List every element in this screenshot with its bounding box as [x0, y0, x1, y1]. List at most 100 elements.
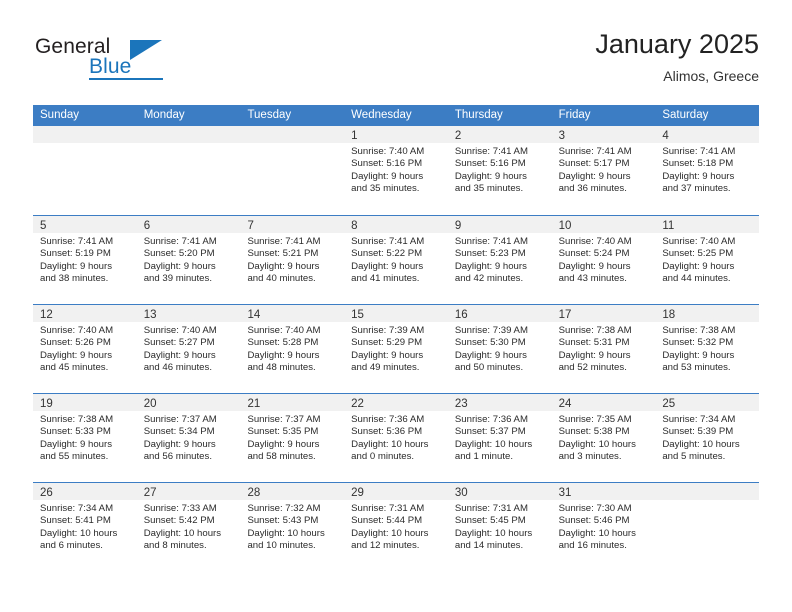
day-sun-info: Sunrise: 7:31 AM Sunset: 5:44 PM Daylight:…	[344, 500, 448, 552]
day-number-band: 29	[344, 483, 448, 500]
calendar-day-cell-17[interactable]: 17 Sunrise: 7:38 AM Sunset: 5:31 PM Dayligh…	[551, 305, 656, 393]
day-number-band: 9	[447, 216, 552, 233]
day-sun-info: Sunrise: 7:36 AM Sunset: 5:36 PM Daylight:…	[344, 411, 448, 463]
day-number: 23	[454, 398, 468, 410]
day-info-line: Daylight: 10 hours	[351, 438, 429, 450]
calendar-day-cell-5[interactable]: 5 Sunrise: 7:41 AM Sunset: 5:19 PM Daylight…	[33, 216, 137, 304]
calendar-day-cell-24[interactable]: 24 Sunrise: 7:35 AM Sunset: 5:38 PM Dayligh…	[551, 394, 656, 482]
day-number: 3	[558, 130, 565, 142]
day-sun-info: Sunrise: 7:41 AM Sunset: 5:17 PM Daylight:…	[552, 143, 656, 195]
day-info-line: and 40 minutes.	[247, 272, 316, 284]
calendar-day-cell-9[interactable]: 9 Sunrise: 7:41 AM Sunset: 5:23 PM Daylight…	[447, 216, 552, 304]
calendar-day-cell-19[interactable]: 19 Sunrise: 7:38 AM Sunset: 5:33 PM Dayligh…	[33, 394, 137, 482]
day-number: 17	[558, 309, 572, 321]
day-info-line: and 0 minutes.	[351, 450, 415, 462]
day-info-line: Daylight: 9 hours	[143, 260, 216, 272]
day-number: 27	[143, 487, 157, 499]
day-info-line: and 44 minutes.	[662, 272, 731, 284]
day-number-band: 18	[655, 305, 760, 322]
weekday-header-row: Sunday Monday Tuesday Wednesday Thursday Frid…	[33, 105, 759, 126]
calendar-week-row: 19 Sunrise: 7:38 AM Sunset: 5:33 PM Dayligh…	[33, 393, 760, 482]
calendar-day-cell-10[interactable]: 10 Sunrise: 7:40 AM Sunset: 5:24 PM Dayligh…	[551, 216, 656, 304]
calendar-day-cell-18[interactable]: 18 Sunrise: 7:38 AM Sunset: 5:32 PM Dayligh…	[655, 305, 760, 393]
day-info-line: Daylight: 9 hours	[40, 349, 112, 361]
calendar-day-cell-23[interactable]: 23 Sunrise: 7:36 AM Sunset: 5:37 PM Dayligh…	[447, 394, 552, 482]
day-info-line: Daylight: 10 hours	[454, 438, 533, 450]
day-number: 2	[454, 130, 462, 142]
day-sun-info: Sunrise: 7:37 AM Sunset: 5:35 PM Daylight:…	[240, 411, 344, 463]
day-info-line: Sunrise: 7:36 AM	[454, 414, 528, 425]
calendar-day-cell-1[interactable]: 1 Sunrise: 7:40 AM Sunset: 5:16 PM Daylight…	[344, 126, 448, 215]
day-info-line: Sunrise: 7:40 AM	[662, 236, 736, 247]
day-sun-info: Sunrise: 7:32 AM Sunset: 5:43 PM Daylight:…	[240, 500, 344, 552]
calendar-day-cell-29[interactable]: 29 Sunrise: 7:31 AM Sunset: 5:44 PM Dayligh…	[344, 483, 448, 571]
day-info-line: Sunset: 5:33 PM	[40, 426, 111, 438]
day-info-line: Daylight: 9 hours	[558, 260, 631, 272]
calendar-day-cell-21[interactable]: 21 Sunrise: 7:37 AM Sunset: 5:35 PM Dayligh…	[240, 394, 345, 482]
calendar-day-cell-28[interactable]: 28 Sunrise: 7:32 AM Sunset: 5:43 PM Dayligh…	[240, 483, 345, 571]
day-number-band: 4	[655, 126, 760, 143]
calendar-day-cell-14[interactable]: 14 Sunrise: 7:40 AM Sunset: 5:28 PM Dayligh…	[240, 305, 345, 393]
day-info-line: Sunset: 5:24 PM	[558, 248, 630, 260]
day-number: 8	[351, 220, 358, 232]
calendar-day-cell-12[interactable]: 12 Sunrise: 7:40 AM Sunset: 5:26 PM Dayligh…	[33, 305, 137, 393]
day-sun-info: Sunrise: 7:40 AM Sunset: 5:25 PM Daylight:…	[655, 233, 759, 285]
calendar-day-cell-7[interactable]: 7 Sunrise: 7:41 AM Sunset: 5:21 PM Daylight…	[240, 216, 345, 304]
day-info-line: Sunset: 5:34 PM	[143, 426, 215, 438]
day-info-line: Sunset: 5:41 PM	[40, 515, 111, 527]
day-number-band	[33, 126, 137, 143]
day-number: 12	[40, 309, 53, 321]
day-info-line: Sunrise: 7:32 AM	[247, 503, 321, 514]
day-number: 28	[247, 487, 261, 499]
day-number-band: 3	[551, 126, 656, 143]
calendar-day-cell-6[interactable]: 6 Sunrise: 7:41 AM Sunset: 5:20 PM Daylight…	[136, 216, 241, 304]
calendar-day-cell-20[interactable]: 20 Sunrise: 7:37 AM Sunset: 5:34 PM Dayligh…	[136, 394, 241, 482]
day-number: 22	[351, 398, 364, 410]
day-number: 6	[143, 220, 151, 232]
day-info-line: Daylight: 9 hours	[247, 260, 320, 272]
day-info-line: Daylight: 10 hours	[247, 527, 325, 539]
calendar-day-cell-16[interactable]: 16 Sunrise: 7:39 AM Sunset: 5:30 PM Dayligh…	[447, 305, 552, 393]
day-number: 19	[40, 398, 53, 410]
day-number-band: 20	[136, 394, 241, 411]
day-sun-info: Sunrise: 7:34 AM Sunset: 5:41 PM Daylight:…	[33, 500, 137, 552]
calendar-day-cell-25[interactable]: 25 Sunrise: 7:34 AM Sunset: 5:39 PM Dayligh…	[655, 394, 760, 482]
day-info-line: and 53 minutes.	[662, 361, 731, 373]
day-number: 29	[351, 487, 364, 499]
calendar-day-cell-31[interactable]: 31 Sunrise: 7:30 AM Sunset: 5:46 PM Dayligh…	[551, 483, 656, 571]
day-info-line: and 38 minutes.	[40, 272, 109, 284]
day-info-line: Daylight: 9 hours	[454, 349, 527, 361]
day-sun-info: Sunrise: 7:40 AM Sunset: 5:26 PM Daylight:…	[33, 322, 137, 374]
day-info-line: Sunrise: 7:40 AM	[351, 146, 425, 157]
day-info-line: Sunset: 5:46 PM	[558, 515, 630, 527]
day-info-line: and 39 minutes.	[143, 272, 212, 284]
day-info-line: and 55 minutes.	[40, 450, 109, 462]
day-number: 13	[143, 309, 157, 321]
day-info-line: Sunrise: 7:41 AM	[558, 146, 632, 157]
day-info-line: Sunset: 5:27 PM	[143, 337, 215, 349]
calendar-day-cell-empty	[240, 126, 345, 215]
day-info-line: Sunrise: 7:40 AM	[40, 325, 114, 336]
day-info-line: and 42 minutes.	[454, 272, 524, 284]
calendar-day-cell-15[interactable]: 15 Sunrise: 7:39 AM Sunset: 5:29 PM Dayligh…	[344, 305, 448, 393]
calendar-weeks: 1 Sunrise: 7:40 AM Sunset: 5:16 PM Daylight…	[33, 126, 760, 571]
calendar-day-cell-27[interactable]: 27 Sunrise: 7:33 AM Sunset: 5:42 PM Dayligh…	[136, 483, 241, 571]
day-number-band: 28	[240, 483, 345, 500]
day-info-line: Sunset: 5:28 PM	[247, 337, 319, 349]
day-info-line: Sunrise: 7:37 AM	[143, 414, 217, 425]
calendar-day-cell-3[interactable]: 3 Sunrise: 7:41 AM Sunset: 5:17 PM Daylight…	[551, 126, 656, 215]
day-info-line: and 48 minutes.	[247, 361, 316, 373]
calendar-day-cell-8[interactable]: 8 Sunrise: 7:41 AM Sunset: 5:22 PM Daylight…	[344, 216, 448, 304]
logo-triangle-icon	[130, 40, 162, 60]
calendar-day-cell-30[interactable]: 30 Sunrise: 7:31 AM Sunset: 5:45 PM Dayligh…	[447, 483, 552, 571]
calendar-day-cell-26[interactable]: 26 Sunrise: 7:34 AM Sunset: 5:41 PM Dayligh…	[33, 483, 137, 571]
calendar-day-cell-22[interactable]: 22 Sunrise: 7:36 AM Sunset: 5:36 PM Dayligh…	[344, 394, 448, 482]
day-number-band	[136, 126, 241, 143]
day-info-line: and 14 minutes.	[454, 539, 524, 551]
calendar-day-cell-2[interactable]: 2 Sunrise: 7:41 AM Sunset: 5:16 PM Daylight…	[447, 126, 552, 215]
calendar-day-cell-13[interactable]: 13 Sunrise: 7:40 AM Sunset: 5:27 PM Dayligh…	[136, 305, 241, 393]
calendar-day-cell-4[interactable]: 4 Sunrise: 7:41 AM Sunset: 5:18 PM Daylight…	[655, 126, 760, 215]
calendar-day-cell-11[interactable]: 11 Sunrise: 7:40 AM Sunset: 5:25 PM Dayligh…	[655, 216, 760, 304]
day-sun-info: Sunrise: 7:41 AM Sunset: 5:19 PM Daylight:…	[33, 233, 137, 285]
day-info-line: and 43 minutes.	[558, 272, 627, 284]
